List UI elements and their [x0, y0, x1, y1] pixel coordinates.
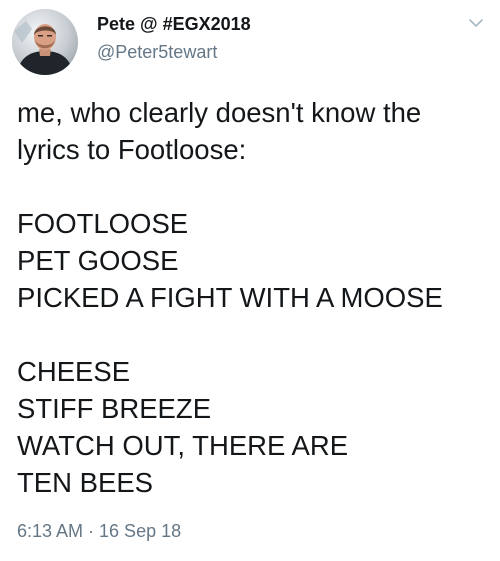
profile-photo-icon — [12, 9, 78, 75]
tweet-text-line: STIFF BREEZE — [17, 393, 212, 424]
tweet-timestamp[interactable]: 6:13 AM · 16 Sep 18 — [17, 521, 181, 542]
user-handle[interactable]: @Peter5tewart — [97, 42, 217, 63]
tweet-text-line: lyrics to Footloose: — [17, 134, 247, 165]
tweet-text-line: CHEESE — [17, 356, 131, 387]
tweet-text-line: TEN BEES — [17, 467, 154, 498]
tweet-text-line: me, who clearly doesn't know the — [17, 97, 422, 128]
tweet-text: me, who clearly doesn't know the lyrics … — [17, 94, 487, 501]
display-name[interactable]: Pete @ #EGX2018 — [97, 14, 251, 35]
chevron-down-icon[interactable] — [466, 16, 486, 30]
avatar[interactable] — [12, 9, 78, 75]
tweet-text-line: FOOTLOOSE — [17, 208, 189, 239]
tweet-text-line: WATCH OUT, THERE ARE — [17, 430, 349, 461]
tweet-text-line: PET GOOSE — [17, 245, 179, 276]
tweet-card: Pete @ #EGX2018 @Peter5tewart me, who cl… — [0, 0, 500, 561]
tweet-text-line: PICKED A FIGHT WITH A MOOSE — [17, 282, 443, 313]
